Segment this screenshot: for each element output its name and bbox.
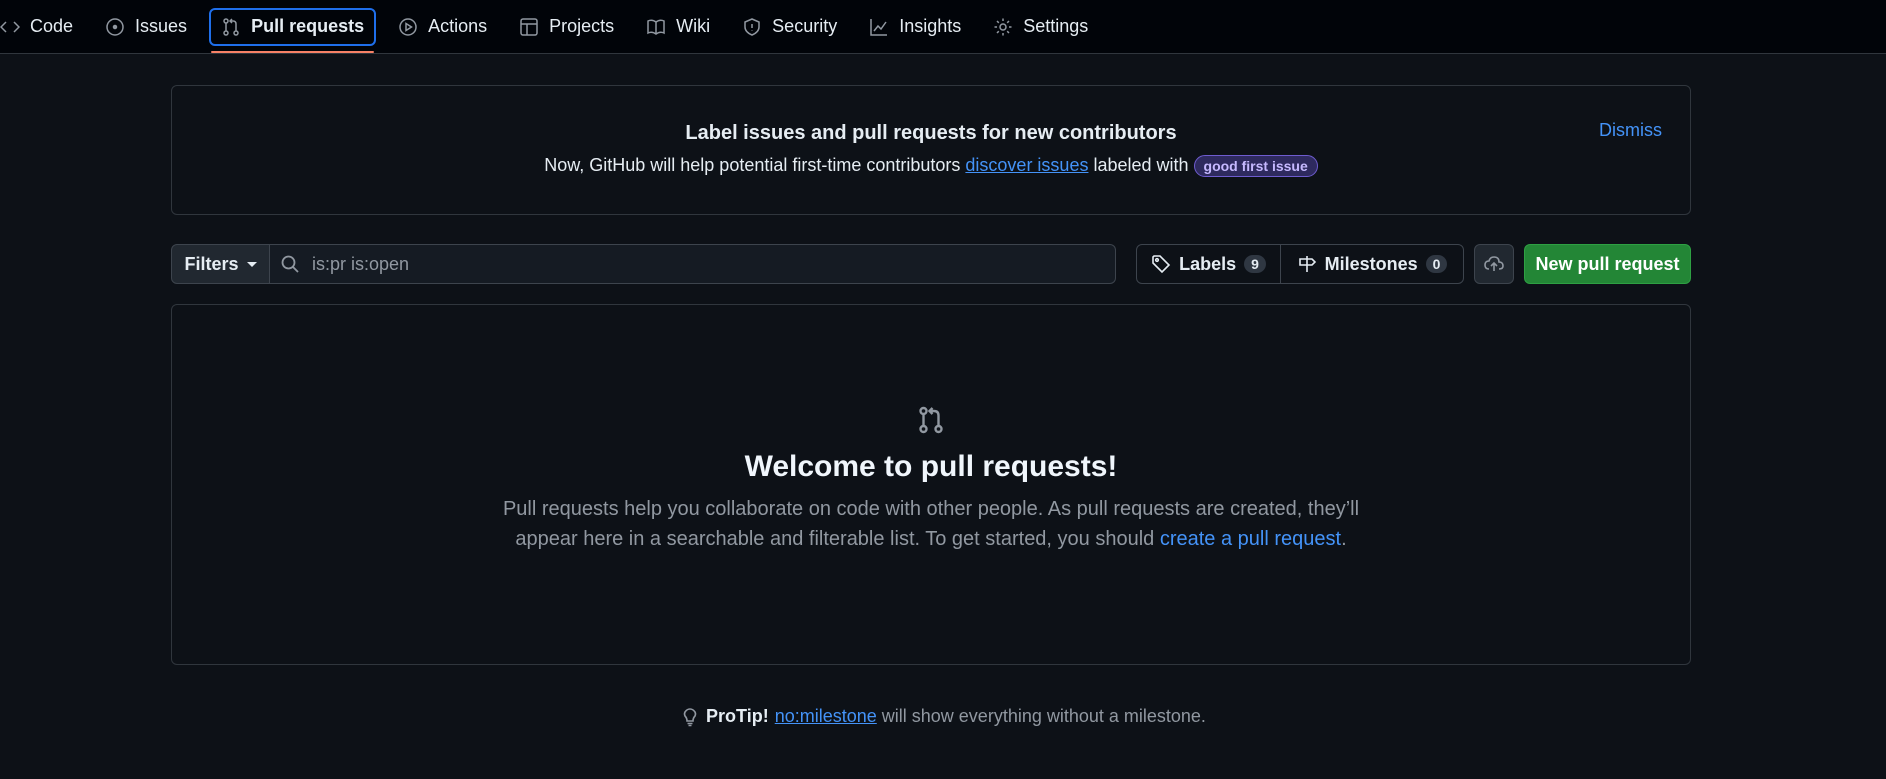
blankslate-suffix: .	[1341, 528, 1347, 550]
protip: ProTip! no:milestone will show everythin…	[0, 706, 1886, 727]
tab-code-label: Code	[30, 16, 74, 36]
tab-insights[interactable]: Insights	[859, 8, 971, 46]
banner-text-after: labeled with	[1088, 155, 1194, 175]
code-icon	[0, 20, 20, 33]
protip-label: ProTip!	[706, 706, 769, 726]
git-pull-request-icon	[919, 406, 943, 434]
tab-actions[interactable]: Actions	[388, 8, 497, 46]
cloud-upload-button[interactable]	[1474, 244, 1514, 284]
tab-security-label: Security	[772, 16, 838, 36]
no-milestone-link[interactable]: no:milestone	[775, 706, 877, 726]
chevron-down-icon	[246, 261, 257, 267]
tab-actions-label: Actions	[428, 16, 488, 36]
gear-icon	[994, 18, 1012, 35]
labels-button[interactable]: Labels 9	[1137, 245, 1282, 283]
milestone-icon	[1298, 256, 1316, 272]
tab-settings[interactable]: Settings	[983, 8, 1098, 46]
discover-issues-link[interactable]: discover issues	[965, 155, 1088, 175]
labels-label: Labels	[1179, 253, 1237, 274]
tab-pull-requests[interactable]: Pull requests	[209, 7, 377, 53]
filters-button[interactable]: Filters	[171, 244, 270, 284]
banner-title: Label issues and pull requests for new c…	[685, 122, 1177, 144]
search-input[interactable]	[312, 253, 1092, 275]
milestones-label: Milestones	[1324, 253, 1418, 274]
first-contributor-banner: Label issues and pull requests for new c…	[171, 85, 1691, 215]
issue-opened-icon	[106, 17, 124, 36]
milestones-count: 0	[1425, 255, 1448, 273]
tab-issues-label: Issues	[135, 16, 188, 36]
book-icon	[647, 18, 665, 35]
tab-settings-label: Settings	[1023, 16, 1089, 36]
tab-security[interactable]: Security	[732, 8, 847, 46]
create-pull-request-link[interactable]: create a pull request	[1160, 528, 1341, 550]
good-first-issue-label[interactable]: good first issue	[1193, 155, 1318, 178]
tab-wiki-label: Wiki	[676, 16, 711, 36]
search-box	[270, 244, 1116, 284]
protip-text: will show everything without a milestone…	[876, 706, 1206, 726]
banner-text: Now, GitHub will help potential first-ti…	[172, 155, 1690, 178]
blankslate-icon-wrap	[172, 405, 1690, 440]
tab-projects[interactable]: Projects	[509, 8, 624, 46]
labels-milestones-group: Labels 9 Milestones 0	[1136, 244, 1464, 284]
tab-projects-label: Projects	[549, 16, 615, 36]
play-icon	[399, 17, 417, 36]
shield-icon	[744, 17, 760, 36]
repo-navigation: Code Issues Pull requests Actions Projec…	[0, 0, 1886, 54]
search-icon	[281, 255, 299, 273]
pr-toolbar: Filters Labels 9 Milestones 0 New pull r…	[171, 244, 1691, 284]
tab-code[interactable]: Code	[0, 8, 83, 46]
dismiss-button[interactable]: Dismiss	[1599, 120, 1662, 141]
graph-icon	[870, 18, 888, 36]
tab-insights-label: Insights	[899, 16, 962, 36]
tab-pull-requests-label: Pull requests	[251, 16, 365, 36]
pull-requests-blankslate: Welcome to pull requests! Pull requests …	[171, 304, 1691, 665]
light-bulb-icon	[683, 707, 697, 726]
cloud-upload-icon	[1484, 256, 1504, 271]
blankslate-text: Pull requests help you collaborate on co…	[491, 494, 1371, 554]
git-pull-request-icon	[223, 17, 239, 36]
labels-count: 9	[1244, 255, 1266, 273]
filters-label: Filters	[184, 253, 239, 274]
tag-icon	[1152, 255, 1171, 274]
banner-text-before: Now, GitHub will help potential first-ti…	[544, 155, 966, 175]
tab-wiki[interactable]: Wiki	[636, 8, 720, 46]
new-pull-request-button[interactable]: New pull request	[1524, 244, 1691, 284]
table-icon	[520, 17, 538, 36]
tab-issues[interactable]: Issues	[95, 8, 197, 46]
milestones-button[interactable]: Milestones 0	[1281, 245, 1463, 283]
blankslate-title: Welcome to pull requests!	[744, 450, 1118, 483]
